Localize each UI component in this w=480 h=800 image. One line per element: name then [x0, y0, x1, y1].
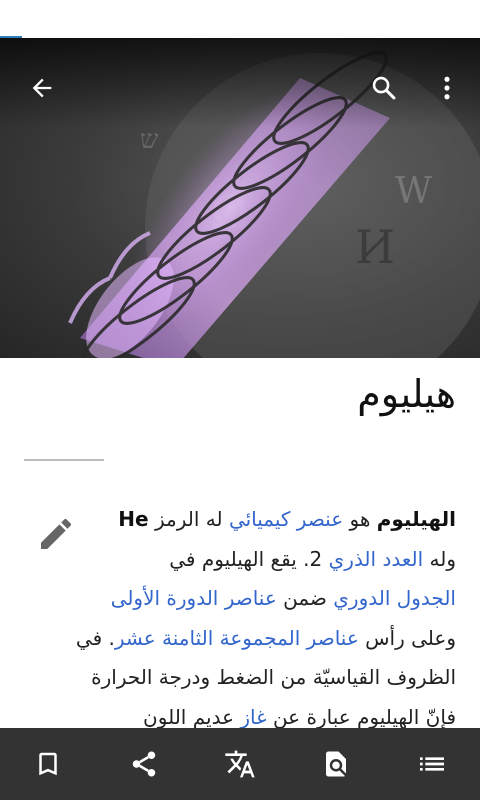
article-text: ضمن — [276, 586, 334, 610]
article-text: فإنّ الهيليوم عبارة عن — [266, 704, 456, 729]
article-line: الظروف القياسيّة من الضغط ودرجة الحرارة — [24, 658, 456, 698]
article-link[interactable]: عنصر كيميائي — [229, 507, 343, 531]
bold-term: He — [118, 507, 149, 531]
svg-text:И: И — [355, 220, 395, 274]
overflow-menu-button[interactable] — [423, 64, 471, 112]
toolbar-scrim — [0, 38, 480, 128]
arrow-left-icon — [32, 78, 52, 98]
bookmark-icon — [39, 752, 57, 776]
svg-text:ש: ש — [140, 125, 159, 155]
bookmark-button[interactable] — [18, 734, 78, 794]
translate-button[interactable] — [210, 734, 270, 794]
article-line: الهيليوم هو عنصر كيميائي له الرمز He — [24, 500, 456, 540]
translate-icon — [225, 750, 255, 778]
article-text: هو — [343, 507, 377, 531]
article-line: الجدول الدوري ضمن عناصر الدورة الأولى — [24, 579, 456, 619]
search-icon — [372, 76, 396, 100]
page-title: هيليوم — [357, 372, 456, 416]
article-text: وعلى رأس — [358, 625, 456, 650]
more-vertical-icon — [444, 76, 450, 100]
article-text: 2. يقع الهيليوم في — [169, 546, 329, 571]
find-in-page-icon — [326, 751, 346, 777]
article-line: وله العدد الذري 2. يقع الهيليوم في — [24, 540, 456, 580]
article-link[interactable]: عناصر الدورة الأولى — [111, 586, 277, 610]
svg-text:W: W — [395, 171, 432, 212]
bold-term: الهيليوم — [376, 507, 456, 531]
article-text: عديم اللون — [143, 704, 241, 729]
share-icon — [132, 751, 156, 777]
share-button[interactable] — [114, 734, 174, 794]
article-text: الظروف القياسيّة من الضغط ودرجة الحرارة — [91, 665, 456, 689]
table-of-contents-icon — [420, 757, 444, 771]
status-bar — [0, 0, 480, 38]
table-of-contents-button[interactable] — [402, 734, 462, 794]
article-link[interactable]: غاز — [240, 705, 266, 729]
article-line: وعلى رأس عناصر المجموعة الثامنة عشر. في — [24, 619, 456, 659]
find-in-page-button[interactable] — [306, 734, 366, 794]
lead-image[interactable]: Ω И W ש — [0, 38, 480, 358]
article-body: الهيليوم هو عنصر كيميائي له الرمز He وله … — [24, 500, 456, 737]
bottom-toolbar — [0, 728, 480, 800]
article-link[interactable]: العدد الذري — [329, 547, 424, 571]
article-text: وله — [423, 546, 457, 571]
article-link[interactable]: عناصر المجموعة الثامنة عشر — [115, 626, 359, 650]
search-button[interactable] — [360, 64, 408, 112]
article-text: . في — [75, 625, 115, 650]
article-link[interactable]: الجدول الدوري — [333, 586, 456, 610]
article-text: له الرمز — [148, 507, 229, 531]
title-divider — [24, 459, 104, 461]
back-button[interactable] — [18, 64, 66, 112]
